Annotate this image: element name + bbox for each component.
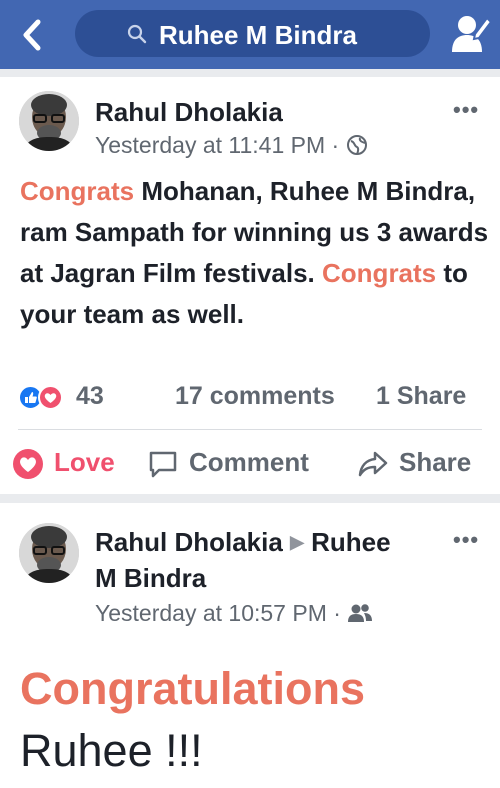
search-input[interactable]: Ruhee M Bindra: [75, 10, 430, 57]
meta-separator: ·: [333, 600, 341, 626]
post-big-text-line1: Congratulations: [20, 663, 365, 714]
post-meta: Yesterday at 11:41 PM ·: [95, 132, 368, 159]
avatar[interactable]: [19, 91, 79, 151]
comment-count-link[interactable]: 17 comments: [175, 382, 335, 411]
post-target[interactable]: Ruhee: [311, 527, 390, 557]
mention-link[interactable]: Ruhee M Bindra: [270, 176, 468, 206]
hashtag-link[interactable]: Congrats: [322, 258, 436, 288]
comment-button[interactable]: Comment: [147, 445, 337, 481]
chevron-left-icon: [23, 19, 41, 51]
love-reaction-icon: [38, 385, 63, 410]
post-author[interactable]: Rahul Dholakia: [95, 97, 283, 128]
share-icon: [358, 451, 388, 477]
post-author[interactable]: Rahul Dholakia: [95, 527, 283, 557]
search-query: Ruhee M Bindra: [159, 20, 357, 50]
love-button[interactable]: Love: [12, 445, 132, 481]
post-target-line2[interactable]: M Bindra: [95, 563, 206, 594]
friends-icon: [348, 604, 373, 622]
post-meta: Yesterday at 10:57 PM ·: [95, 600, 373, 627]
post-big-text-line2: Ruhee !!!: [20, 725, 203, 776]
post-header: Rahul Dholakia ▶ Ruhee: [95, 527, 391, 558]
back-button[interactable]: [18, 18, 48, 52]
share-button[interactable]: Share: [357, 445, 492, 481]
post-menu-button[interactable]: •••: [453, 97, 479, 123]
search-icon: [127, 24, 147, 44]
post-card: Rahul Dholakia Yesterday at 11:41 PM · •…: [0, 77, 500, 494]
reactions-bar[interactable]: 43 17 comments 1 Share: [18, 380, 488, 414]
post-card: Rahul Dholakia ▶ Ruhee M Bindra Yesterda…: [0, 503, 500, 788]
post-menu-button[interactable]: •••: [453, 527, 479, 553]
person-edit-icon: [452, 16, 493, 52]
post-time[interactable]: Yesterday at 10:57 PM: [95, 600, 327, 626]
friends-button[interactable]: [451, 12, 493, 54]
share-count-link[interactable]: 1 Share: [376, 382, 466, 411]
post-time[interactable]: Yesterday at 11:41 PM: [95, 132, 325, 158]
reaction-count: 43: [76, 382, 104, 410]
hashtag-link[interactable]: Congrats: [20, 176, 134, 206]
avatar[interactable]: [19, 523, 79, 583]
meta-separator: ·: [331, 132, 340, 158]
top-bar: Ruhee M Bindra: [0, 0, 500, 69]
comment-icon: [149, 451, 177, 478]
post-text: Congrats Mohanan, Ruhee M Bindra, ram Sa…: [20, 176, 489, 329]
heart-icon: [13, 449, 43, 479]
arrow-right-icon: ▶: [290, 532, 304, 552]
globe-icon: [346, 135, 367, 155]
divider: [18, 429, 482, 430]
